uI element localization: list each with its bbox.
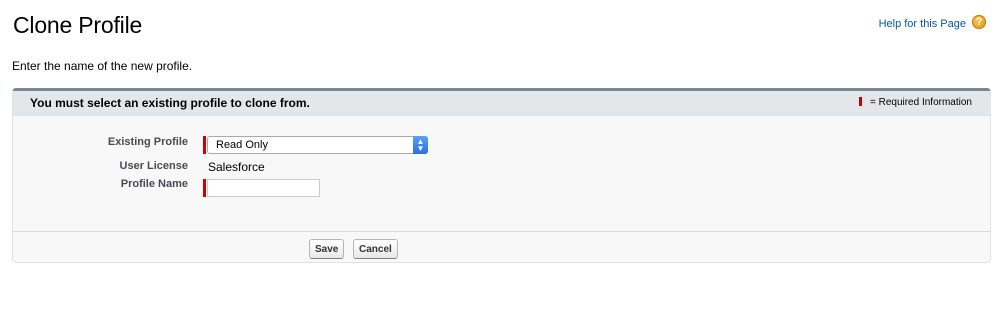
help-icon[interactable]: ? (972, 15, 986, 29)
instruction-text: Enter the name of the new profile. (12, 59, 193, 73)
select-chevron-icon: ▲ ▼ (413, 136, 428, 154)
user-license-value: Salesforce (208, 160, 265, 174)
save-button[interactable]: Save (309, 239, 345, 259)
required-indicator-icon (858, 97, 862, 106)
required-legend: = Required Information (858, 97, 972, 108)
existing-profile-required-indicator (203, 136, 206, 154)
help-link[interactable]: Help for this Page (879, 18, 966, 30)
panel-header: You must select an existing profile to c… (13, 91, 990, 116)
existing-profile-select[interactable]: Read Only ▲ ▼ (207, 136, 428, 154)
page-title: Clone Profile (13, 12, 143, 38)
panel-title: You must select an existing profile to c… (30, 96, 310, 110)
profile-name-input[interactable] (207, 179, 320, 197)
cancel-button[interactable]: Cancel (353, 239, 398, 259)
user-license-label: User License (119, 160, 188, 172)
profile-name-label: Profile Name (120, 178, 188, 190)
existing-profile-selected-value: Read Only (216, 139, 268, 151)
profile-name-required-indicator (203, 179, 206, 197)
required-legend-text: = Required Information (869, 97, 972, 108)
existing-profile-label: Existing Profile (107, 136, 188, 148)
panel-footer-divider (13, 231, 990, 232)
clone-profile-panel: You must select an existing profile to c… (12, 88, 991, 263)
